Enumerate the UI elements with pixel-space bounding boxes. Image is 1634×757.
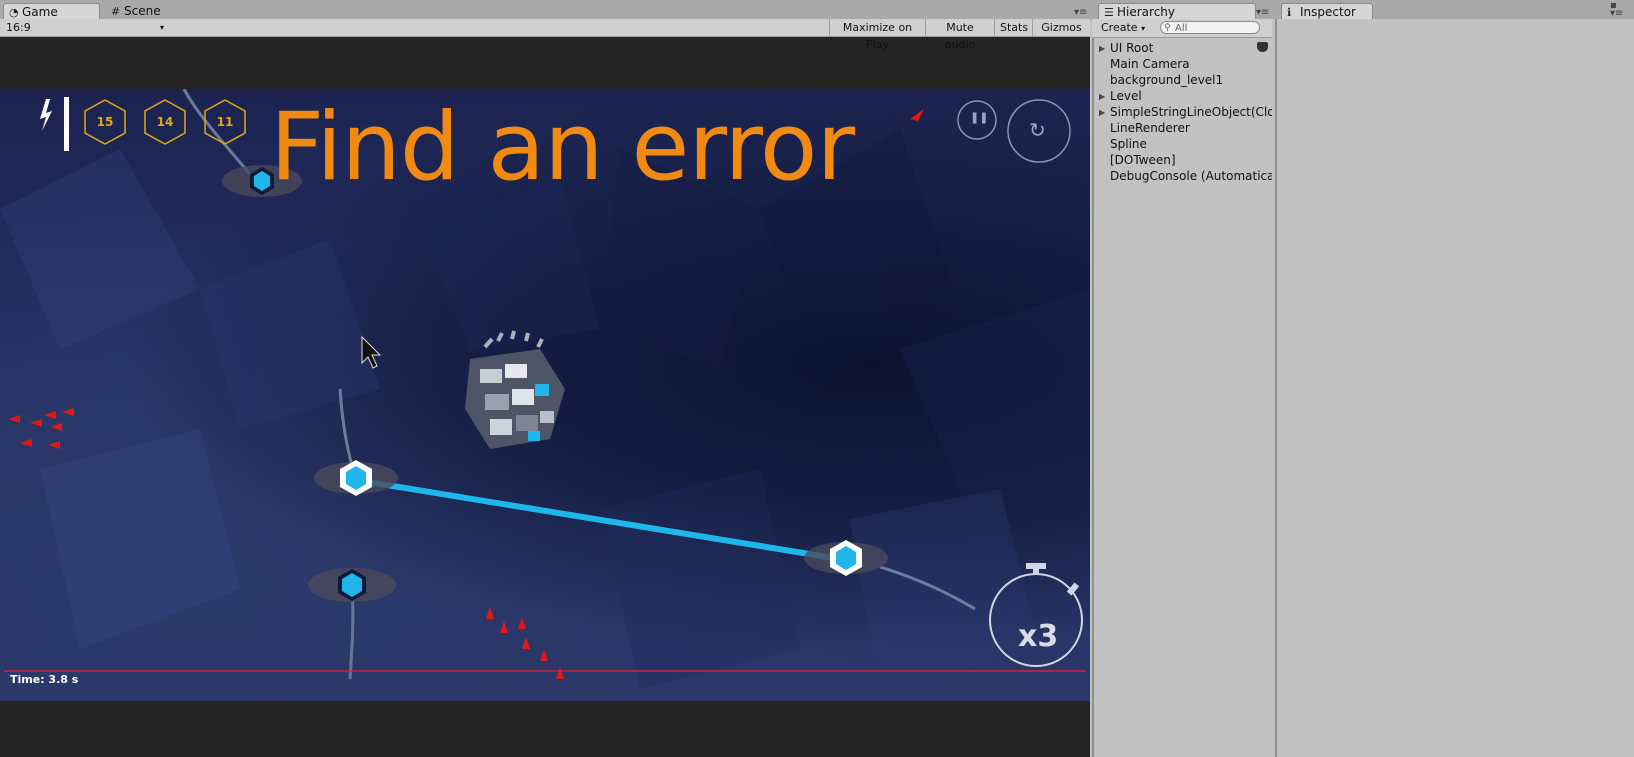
pause-icon[interactable]: ❚❚ [970, 111, 988, 124]
game-toolbar: 16:9 ▾ Maximize on Play Mute audio Stats… [0, 19, 1090, 51]
game-canvas[interactable]: 15 14 11 Find an error ❚❚ ↻ Time: 3.8 s … [0, 89, 1090, 701]
score-value-3: 11 [216, 115, 234, 129]
search-icon: ⚲ [1164, 23, 1171, 33]
node-bottom-left [308, 568, 396, 602]
hierarchy-search-input[interactable]: ⚲ All [1160, 21, 1260, 34]
grid-icon: # [111, 5, 121, 18]
dropdown-arrow-icon: ▾ [159, 23, 164, 32]
hierarchy-item[interactable]: Level [1110, 89, 1272, 104]
editor-tab-strip [0, 0, 1634, 20]
dropdown-arrow-icon: ▾ [1141, 24, 1146, 33]
stats-button[interactable]: Stats [994, 19, 1032, 36]
hierarchy-item[interactable]: [DOTween] [1110, 153, 1272, 168]
hierarchy-item[interactable]: Spline [1110, 137, 1272, 152]
block-structure [465, 330, 565, 449]
energy-indicator [40, 97, 69, 151]
overlay-caption: Find an error [270, 93, 855, 202]
create-label: Create [1101, 21, 1138, 34]
aspect-dropdown[interactable]: 16:9 ▾ [6, 19, 164, 36]
gizmos-button[interactable]: Gizmos [1032, 19, 1090, 36]
time-readout: Time: 3.8 s [10, 673, 79, 686]
expand-arrow-icon[interactable]: ▶ [1099, 41, 1105, 56]
expand-arrow-icon[interactable]: ▶ [1099, 105, 1105, 120]
tab-game[interactable]: ◔ Game [3, 3, 100, 20]
scene-gizmo-icon [1257, 42, 1268, 52]
hierarchy-item[interactable]: DebugConsole (Automatically [1110, 169, 1272, 184]
tab-game-label: Game [22, 5, 58, 19]
tab-hierarchy[interactable]: ☰ Hierarchy [1098, 3, 1256, 20]
inspector-menu-icon[interactable]: ▾≡ [1610, 8, 1623, 19]
game-panel-menu-icon[interactable]: ▾≡ [1074, 7, 1087, 18]
node-active-left [314, 460, 398, 496]
tab-inspector[interactable]: ℹ Inspector [1281, 3, 1373, 20]
maximize-on-play-button[interactable]: Maximize on Play [829, 19, 925, 51]
tab-scene[interactable]: # Scene [106, 3, 176, 20]
hierarchy-item[interactable]: background_level1 [1110, 73, 1272, 88]
tab-hierarchy-label: Hierarchy [1117, 5, 1176, 19]
aspect-value: 16:9 [6, 21, 31, 34]
hierarchy-item[interactable]: SimpleStringLineObject(Clone) [1110, 105, 1272, 120]
mute-audio-button[interactable]: Mute audio [925, 19, 994, 51]
inspector-panel [1275, 19, 1634, 757]
multiplier-label: x3 [1018, 619, 1059, 654]
expand-arrow-icon[interactable]: ▶ [1099, 89, 1105, 104]
tab-inspector-label: Inspector [1300, 5, 1356, 19]
score-value-2: 14 [156, 115, 174, 129]
score-value-1: 15 [96, 115, 114, 129]
create-dropdown[interactable]: Create ▾ [1101, 19, 1145, 37]
hierarchy-item[interactable]: LineRenderer [1110, 121, 1272, 136]
hierarchy-menu-icon[interactable]: ▾≡ [1256, 7, 1269, 18]
tab-scene-label: Scene [124, 4, 161, 18]
connection-beam [355, 477, 847, 563]
hierarchy-item[interactable]: UI Root [1110, 41, 1272, 56]
hierarchy-item[interactable]: Main Camera [1110, 57, 1272, 72]
restart-icon[interactable]: ↻ [1029, 118, 1046, 142]
search-placeholder: All [1175, 23, 1188, 34]
